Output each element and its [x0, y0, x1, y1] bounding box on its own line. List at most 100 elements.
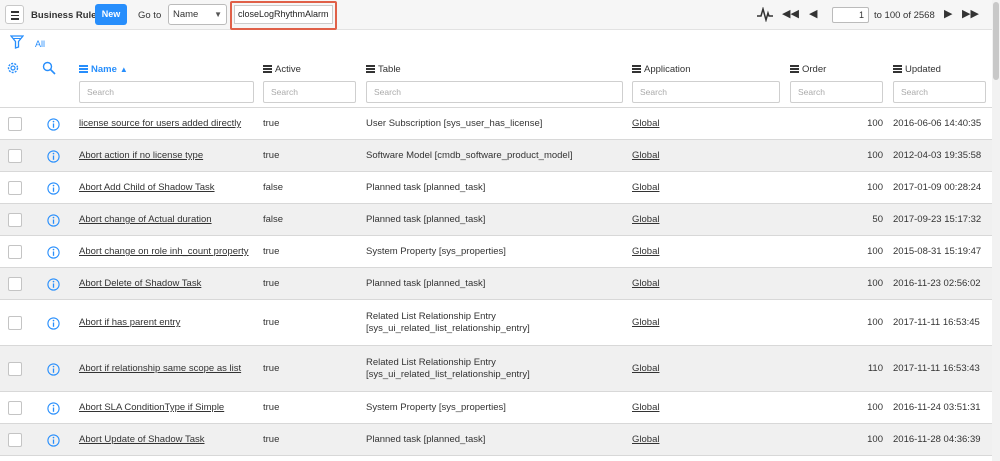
info-icon[interactable] — [47, 117, 60, 131]
table-row: Abort if has parent entry true Related Lis… — [0, 300, 992, 346]
filter-icon[interactable] — [10, 35, 24, 49]
info-icon[interactable] — [47, 401, 60, 415]
scrollbar-thumb[interactable] — [993, 2, 999, 80]
table-value-line: Planned task [planned_task] — [366, 434, 486, 445]
row-checkbox[interactable] — [8, 181, 22, 195]
column-header-application[interactable]: Application — [632, 62, 690, 76]
row-checkbox[interactable] — [8, 277, 22, 291]
column-menu-icon[interactable] — [790, 65, 799, 73]
order-value: 100 — [867, 317, 883, 328]
gear-icon[interactable] — [6, 61, 20, 75]
active-value: true — [263, 246, 280, 257]
info-icon[interactable] — [47, 362, 60, 376]
info-icon[interactable] — [47, 245, 60, 259]
record-name-link[interactable]: Abort SLA ConditionType if Simple — [79, 402, 224, 413]
active-search-input[interactable]: Search — [263, 81, 356, 103]
previous-page-icon[interactable]: ◀ — [809, 8, 817, 20]
active-value: true — [263, 317, 280, 328]
first-page-icon[interactable]: ◀◀ — [782, 8, 799, 20]
order-value: 100 — [867, 182, 883, 193]
application-link[interactable]: Global — [632, 246, 659, 257]
application-search-input[interactable]: Search — [632, 81, 780, 103]
row-checkbox[interactable] — [8, 117, 22, 131]
application-link[interactable]: Global — [632, 363, 659, 374]
list-menu-button[interactable] — [5, 5, 24, 24]
vertical-scrollbar[interactable] — [992, 0, 1000, 461]
record-name-link[interactable]: Abort Add Child of Shadow Task — [79, 182, 215, 193]
search-icon[interactable] — [42, 61, 56, 75]
record-name-link[interactable]: Abort action if no license type — [79, 150, 203, 161]
record-name-link[interactable]: Abort Delete of Shadow Task — [79, 278, 201, 289]
application-link[interactable]: Global — [632, 150, 659, 161]
record-name-link[interactable]: Abort Update of Shadow Task — [79, 434, 205, 445]
goto-field-select[interactable]: Name ▼ — [168, 4, 227, 25]
row-checkbox[interactable] — [8, 433, 22, 447]
active-value: true — [263, 150, 280, 161]
updated-value: 2017-11-11 16:53:45 — [893, 317, 980, 328]
info-icon[interactable] — [47, 433, 60, 447]
updated-search-input[interactable]: Search — [893, 81, 986, 103]
column-header-updated[interactable]: Updated — [893, 62, 941, 76]
record-name-link[interactable]: Abort if has parent entry — [79, 317, 180, 328]
row-checkbox[interactable] — [8, 213, 22, 227]
table-value: Planned task [planned_task] — [366, 182, 485, 194]
record-name-link[interactable]: Abort if relationship same scope as list — [79, 363, 241, 374]
active-value: true — [263, 278, 280, 289]
info-icon[interactable] — [47, 316, 60, 330]
application-link[interactable]: Global — [632, 434, 659, 445]
row-checkbox[interactable] — [8, 401, 22, 415]
order-value: 100 — [867, 246, 883, 257]
page-title: Business Rules — [31, 10, 102, 21]
application-link[interactable]: Global — [632, 317, 659, 328]
column-header-name[interactable]: Name ▲ — [79, 62, 128, 76]
new-button[interactable]: New — [95, 4, 127, 25]
goto-search-input[interactable]: closeLogRhythmAlarm — [234, 5, 333, 24]
application-link[interactable]: Global — [632, 402, 659, 413]
record-name-link[interactable]: license source for users added directly — [79, 118, 241, 129]
next-page-icon[interactable]: ▶ — [944, 8, 952, 20]
info-icon[interactable] — [47, 149, 60, 163]
order-value: 50 — [872, 214, 883, 225]
activity-stream-icon[interactable] — [757, 7, 773, 22]
order-value: 100 — [867, 150, 883, 161]
column-menu-icon[interactable] — [632, 65, 641, 73]
order-search-input[interactable]: Search — [790, 81, 883, 103]
column-header-active[interactable]: Active — [263, 62, 301, 76]
column-menu-icon[interactable] — [366, 65, 375, 73]
application-link[interactable]: Global — [632, 182, 659, 193]
updated-value: 2017-09-23 15:17:32 — [893, 214, 982, 225]
page-number-input[interactable]: 1 — [832, 7, 869, 23]
application-link[interactable]: Global — [632, 214, 659, 225]
row-checkbox[interactable] — [8, 362, 22, 376]
updated-value: 2012-04-03 19:35:58 — [893, 150, 982, 161]
column-menu-icon[interactable] — [263, 65, 272, 73]
application-link[interactable]: Global — [632, 118, 659, 129]
row-checkbox[interactable] — [8, 245, 22, 259]
table-search-input[interactable]: Search — [366, 81, 623, 103]
record-name-link[interactable]: Abort change of Actual duration — [79, 214, 212, 225]
table-value-line: Planned task [planned_task] — [366, 214, 486, 225]
column-header-order[interactable]: Order — [790, 62, 826, 76]
updated-value: 2016-11-28 04:36:39 — [893, 434, 981, 445]
order-value: 110 — [867, 363, 883, 374]
info-icon[interactable] — [47, 213, 60, 227]
last-page-icon[interactable]: ▶▶ — [962, 8, 979, 20]
row-checkbox[interactable] — [8, 149, 22, 163]
updated-value: 2017-01-09 00:28:24 — [893, 182, 982, 193]
breadcrumb-all-link[interactable]: All — [35, 39, 45, 49]
column-menu-icon[interactable] — [79, 65, 88, 73]
application-link[interactable]: Global — [632, 278, 659, 289]
table-row: Abort Delete of Shadow Task true Planned t… — [0, 268, 992, 300]
updated-value: 2016-11-23 02:56:02 — [893, 278, 981, 289]
name-search-input[interactable]: Search — [79, 81, 254, 103]
order-value: 100 — [867, 118, 883, 129]
row-checkbox[interactable] — [8, 316, 22, 330]
info-icon[interactable] — [47, 277, 60, 291]
column-menu-icon[interactable] — [893, 65, 902, 73]
list-toolbar: Business Rules New Go to Name ▼ closeLog… — [0, 0, 992, 30]
record-name-link[interactable]: Abort change on role inh_count property — [79, 246, 249, 257]
info-icon[interactable] — [47, 181, 60, 195]
table-value-line: Planned task [planned_task] — [366, 182, 486, 193]
table-value-line: System Property [sys_properties] — [366, 246, 506, 257]
column-header-table[interactable]: Table — [366, 62, 401, 76]
